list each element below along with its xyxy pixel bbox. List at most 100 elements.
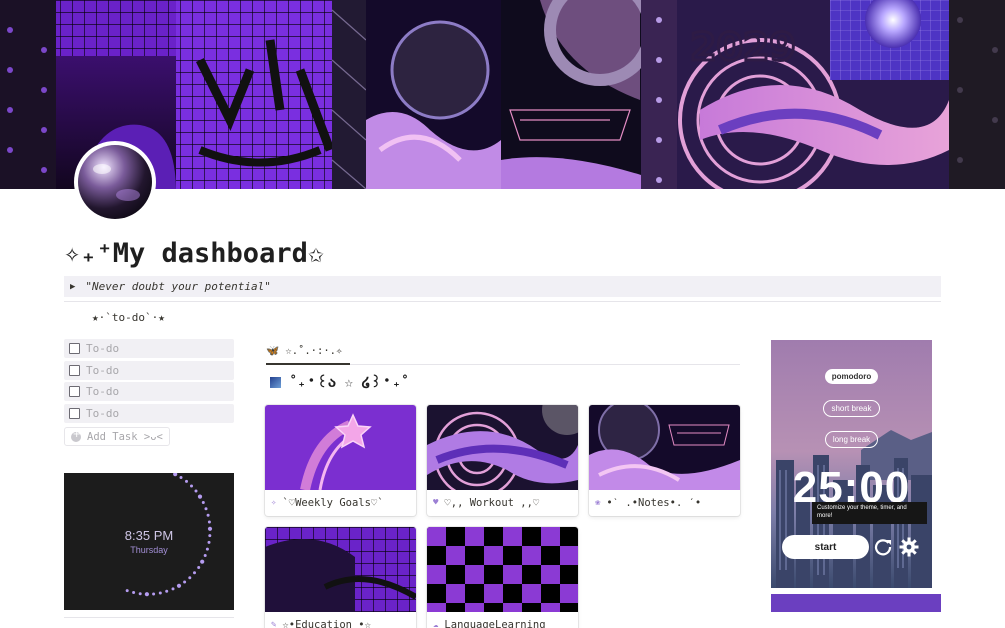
mode-label[interactable]: pomodoro [824,369,879,384]
card-cover-image [589,405,740,490]
clock-tick-dot [144,592,149,597]
clock-tick-dot [152,592,156,596]
page-icon-chrome-heart[interactable] [74,141,156,223]
checker-square [503,565,522,584]
todo-item[interactable]: To-do [64,404,234,423]
plus-icon [71,429,81,442]
clock-tick-dot [165,589,169,593]
reset-icon[interactable] [873,537,893,557]
quote-toggle[interactable]: ▶ "Never doubt your potential" [64,276,941,297]
todo-heading: ★·`to-do`·★ [92,311,165,324]
checker-square [465,603,484,612]
divider [64,617,234,618]
sparkle-icon: ✧ [271,498,277,508]
todo-label[interactable]: To-do [86,407,119,420]
checker-square [541,527,560,546]
clock-tick-dot [125,589,129,593]
checker-square [446,584,465,603]
heart-icon: ♥ [433,498,439,508]
divider [64,301,941,302]
clock-tick-dot [193,571,196,575]
checkbox[interactable] [69,365,80,376]
gallery-card-workout[interactable]: ♥ ♡,, Workout ,,♡ [427,405,578,516]
checkbox[interactable] [69,386,80,397]
todo-label[interactable]: To-do [86,385,119,398]
mode-long-break-button[interactable]: long break [771,431,932,448]
checker-square [503,603,522,612]
customize-tooltip: Customize your theme, timer, and more! [812,502,927,524]
card-label: ❀ •ˋ .•Notes•. ˊ• [589,490,740,516]
clock-tick-dot [185,479,188,483]
svg-text:2029: 2029 [690,25,796,69]
card-label: ♥ ♡,, Workout ,,♡ [427,490,578,516]
checkbox[interactable] [69,408,80,419]
checker-square [522,546,541,565]
checker-square [541,603,560,612]
gallery-card-education[interactable]: ✎ ☆•Education •☆ [265,527,416,628]
page-title[interactable]: ✧₊⁺My dashboard✩ [64,238,324,269]
clock-tick-dot [190,484,193,488]
checker-square [484,584,503,603]
todo-item[interactable]: To-do [64,339,234,358]
gallery-view-tab[interactable]: 🦋 ☆.˚.·:·.✧ [266,344,342,357]
clock-tick-dot [206,513,210,517]
clock-tick-dot [188,576,192,580]
todo-label[interactable]: To-do [86,364,119,377]
triangle-right-icon[interactable]: ▶ [70,282,75,292]
clock-tick-dot [197,494,203,499]
add-task-label: Add Task >ᴗ< [87,430,163,443]
checker-square [427,603,446,612]
checkbox[interactable] [69,343,80,354]
checker-square [427,565,446,584]
cloud-icon: ☁ [433,620,439,628]
gallery-heading-text: ˚₊‧꒰ა ☆ ໒꒱‧₊˚ [289,375,410,391]
clock-tick-dot [138,592,142,596]
add-task-button[interactable]: Add Task >ᴗ< [64,427,170,446]
clock-tick-dot [171,587,175,591]
checker-square [560,546,578,565]
mode-label[interactable]: short break [823,400,880,417]
checker-square [446,546,465,565]
card-title: ♡,, Workout ,,♡ [444,497,540,509]
checker-square [541,565,560,584]
checker-square [427,527,446,546]
card-title: ☆•Education •☆ [282,619,371,628]
gallery-card-notes[interactable]: ❀ •ˋ .•Notes•. ˊ• [589,405,740,516]
gallery-card-language-learning[interactable]: ☁ LanguageLearning [427,527,578,628]
todo-item[interactable]: To-do [64,361,234,380]
flower-icon: ❀ [595,498,601,508]
mode-pomodoro-button[interactable]: pomodoro [771,369,932,384]
card-cover-image [427,527,578,612]
clock-tick-dot [200,559,205,564]
mode-label[interactable]: long break [824,431,879,448]
card-cover-image [427,405,578,490]
start-button[interactable]: start [782,535,869,559]
card-title: `♡Weekly Goals♡` [282,497,384,509]
clock-tick-dot [179,476,183,479]
checker-square [465,527,484,546]
clock-tick-dot [173,473,178,477]
pomodoro-widget: pomodoro short break long break 25:00 Cu… [771,340,932,588]
settings-gear-icon[interactable] [899,537,919,557]
clock-tick-dot [176,583,182,588]
todo-label[interactable]: To-do [86,342,119,355]
clock-tick-dot [183,580,187,584]
checker-square [465,565,484,584]
gallery-heading: ˚₊‧꒰ა ☆ ໒꒱‧₊˚ [270,373,409,391]
active-tab-underline [266,363,350,365]
clock-tick-dot [158,591,162,595]
todo-item[interactable]: To-do [64,382,234,401]
pencil-icon: ✎ [271,620,277,628]
card-label: ✧ `♡Weekly Goals♡` [265,490,416,516]
mode-short-break-button[interactable]: short break [771,400,932,417]
clock-tick-dot [197,566,201,569]
clock-tick-dot [201,501,205,504]
card-label: ☁ LanguageLearning [427,612,578,628]
checker-square [522,584,541,603]
gallery-card-weekly-goals[interactable]: ✧ `♡Weekly Goals♡` [265,405,416,516]
card-title: LanguageLearning [444,619,546,628]
card-title: •ˋ .•Notes•. ˊ• [606,496,702,509]
quote-text: "Never doubt your potential" [85,280,271,293]
checker-square [503,527,522,546]
image-icon [270,377,281,388]
